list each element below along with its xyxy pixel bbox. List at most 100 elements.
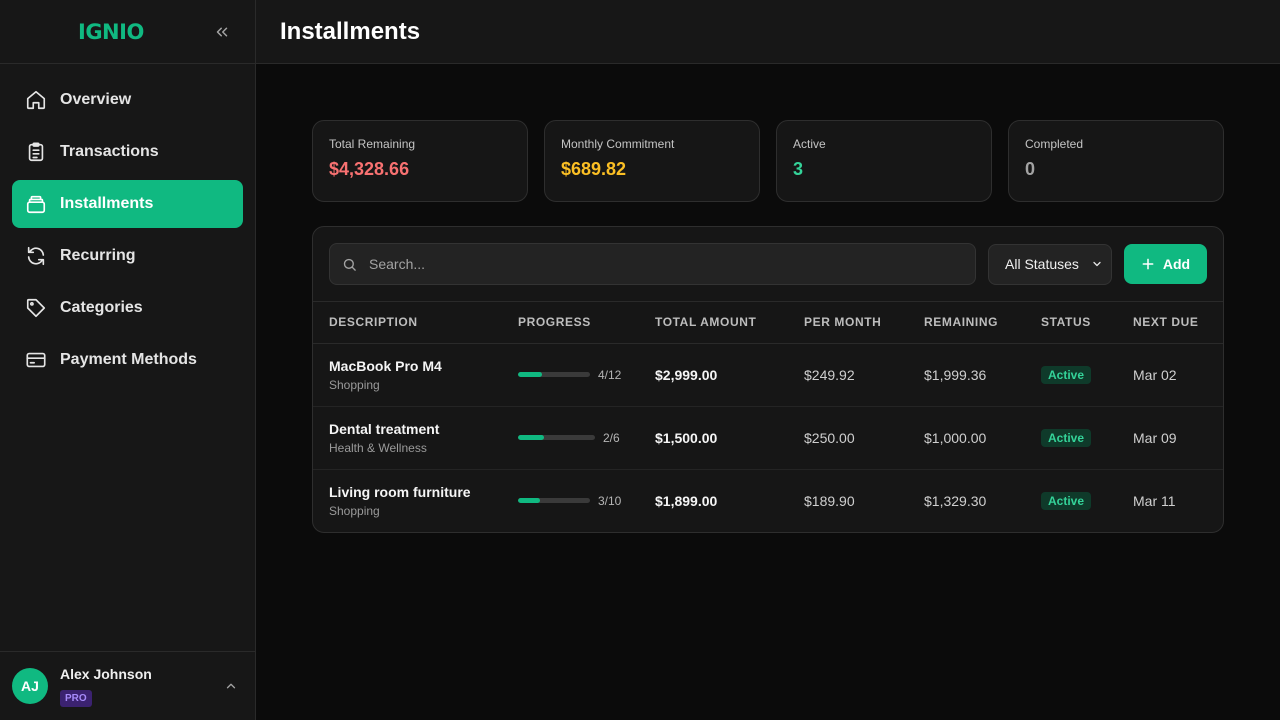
cell-remaining: $1,000.00 (924, 406, 1041, 470)
page-header: Installments (256, 0, 1280, 64)
cell-next-due: Mar 11 (1133, 492, 1176, 509)
chevron-down-icon (1091, 258, 1103, 270)
sidebar-item-recurring[interactable]: Recurring (12, 232, 243, 280)
cell-per-month: $249.92 (804, 343, 924, 407)
logo: IGNIO (78, 19, 144, 44)
installment-title: Living room furniture (329, 483, 471, 500)
cell-status: Active (1041, 343, 1133, 407)
tag-icon (24, 296, 48, 320)
stat-value: 3 (793, 159, 804, 179)
installment-category: Shopping (329, 377, 380, 392)
installments-table-card: All Statuses Add DESCRIPTION PROGRESS TO… (312, 226, 1224, 533)
layers-icon (24, 192, 48, 216)
credit-card-icon (24, 348, 48, 372)
progress-bar (518, 435, 595, 440)
progress-text: 3/10 (598, 493, 622, 508)
cell-per-month: $250.00 (804, 406, 924, 470)
stat-value: $4,328.66 (329, 159, 410, 179)
table-row[interactable]: Dental treatment Health & Wellness 2/6 $… (313, 406, 1223, 470)
status-filter-value: All Statuses (1005, 256, 1079, 272)
sidebar: IGNIO Overview Transactions Installments (0, 0, 256, 720)
sidebar-item-categories[interactable]: Categories (12, 284, 243, 332)
progress-fill (518, 372, 542, 377)
cell-status: Active (1041, 406, 1133, 470)
cell-progress: 2/6 (518, 406, 655, 470)
progress-fill (518, 435, 544, 440)
cell-description: Living room furniture Shopping (313, 469, 518, 532)
table-row[interactable]: Living room furniture Shopping 3/10 $1,8… (313, 469, 1223, 532)
cell-remaining: $1,999.36 (924, 343, 1041, 407)
installment-category: Shopping (329, 503, 380, 518)
avatar: AJ (12, 668, 48, 704)
cell-total-amount: $1,500.00 (655, 406, 804, 470)
sidebar-nav: Overview Transactions Installments Recur… (0, 64, 255, 384)
plan-badge: PRO (60, 689, 92, 707)
column-header-next-due[interactable]: NEXT DUE (1133, 302, 1223, 344)
cell-next-due: Mar 02 (1133, 343, 1223, 407)
sidebar-item-transactions[interactable]: Transactions (12, 128, 243, 176)
search-icon (342, 257, 357, 272)
stat-card-total-remaining: Total Remaining $4,328.66 (312, 120, 528, 202)
cell-remaining: $1,329.30 (924, 492, 987, 509)
cell-progress: 4/12 (518, 343, 655, 407)
column-header-total-amount[interactable]: TOTAL AMOUNT (655, 302, 804, 344)
sidebar-item-installments[interactable]: Installments (12, 180, 243, 228)
stat-value: $689.82 (561, 159, 627, 179)
stat-value: 0 (1025, 159, 1036, 179)
status-filter-select[interactable]: All Statuses (988, 243, 1112, 285)
stat-card-completed: Completed 0 (1008, 120, 1224, 202)
progress-bar (518, 498, 590, 504)
progress-fill (518, 498, 540, 504)
column-header-remaining[interactable]: REMAINING (924, 302, 1041, 344)
sidebar-item-label: Overview (60, 91, 132, 108)
add-installment-button[interactable]: Add (1124, 244, 1207, 284)
sidebar-item-label: Installments (60, 195, 154, 212)
brand-bar: IGNIO (0, 0, 255, 64)
user-menu[interactable]: AJ Alex Johnson PRO (0, 651, 255, 720)
column-header-progress[interactable]: PROGRESS (518, 302, 655, 344)
table-toolbar: All Statuses Add (313, 227, 1223, 302)
search-input[interactable] (369, 256, 963, 272)
progress-bar (518, 372, 590, 377)
status-badge: Active (1041, 491, 1092, 510)
add-button-label: Add (1162, 256, 1191, 272)
clipboard-icon (24, 140, 48, 164)
installment-category: Health & Wellness (329, 440, 427, 455)
user-info: Alex Johnson PRO (60, 666, 221, 707)
cell-progress: 3/10 (518, 469, 655, 532)
stat-label: Total Remaining (329, 137, 416, 151)
progress-text: 2/6 (603, 430, 620, 445)
chevron-up-icon[interactable] (221, 676, 241, 696)
page-title: Installments (280, 17, 421, 45)
installments-table: DESCRIPTION PROGRESS TOTAL AMOUNT PER MO… (313, 302, 1223, 532)
stat-label: Monthly Commitment (561, 137, 675, 151)
home-icon (24, 88, 48, 112)
collapse-sidebar-icon[interactable] (211, 21, 233, 43)
table-header-row: DESCRIPTION PROGRESS TOTAL AMOUNT PER MO… (313, 302, 1223, 344)
installment-title: MacBook Pro M4 (329, 357, 442, 374)
cell-status: Active (1041, 469, 1133, 532)
sidebar-item-payment-methods[interactable]: Payment Methods (12, 336, 243, 384)
table-row[interactable]: MacBook Pro M4 Shopping 4/12 $2,999.00 $… (313, 343, 1223, 407)
installment-title: Dental treatment (329, 420, 440, 437)
column-header-per-month[interactable]: PER MONTH (804, 302, 924, 344)
stat-card-active: Active 3 (776, 120, 992, 202)
user-name: Alex Johnson (60, 665, 152, 682)
stats-row: Total Remaining $4,328.66 Monthly Commit… (312, 120, 1224, 202)
status-badge: Active (1041, 365, 1092, 384)
sidebar-item-label: Recurring (60, 247, 136, 264)
plus-icon (1141, 257, 1155, 271)
main-content: Total Remaining $4,328.66 Monthly Commit… (312, 120, 1224, 533)
status-badge: Active (1041, 428, 1092, 447)
search-box (329, 243, 976, 285)
cell-description: MacBook Pro M4 Shopping (313, 343, 518, 407)
sidebar-item-overview[interactable]: Overview (12, 76, 243, 124)
cell-per-month: $189.90 (804, 492, 855, 509)
sidebar-item-label: Payment Methods (60, 351, 197, 368)
stat-card-monthly-commitment: Monthly Commitment $689.82 (544, 120, 760, 202)
column-header-status[interactable]: STATUS (1041, 302, 1133, 344)
column-header-description[interactable]: DESCRIPTION (313, 302, 518, 344)
sidebar-item-label: Transactions (60, 143, 159, 160)
cell-total-amount: $2,999.00 (655, 343, 804, 407)
progress-text: 4/12 (598, 367, 622, 382)
